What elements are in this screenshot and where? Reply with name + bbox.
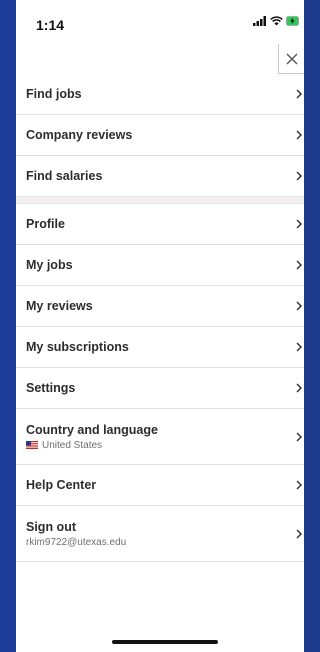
chevron-right-icon	[296, 529, 302, 538]
signal-icon	[253, 16, 266, 26]
chevron-right-icon	[296, 342, 302, 352]
menu-item-sign-out[interactable]: Sign out rkim9722@utexas.edu	[16, 506, 304, 562]
close-button[interactable]	[278, 44, 304, 74]
status-time: 1:14	[36, 17, 65, 33]
home-indicator[interactable]	[112, 640, 218, 644]
chevron-right-icon	[296, 480, 302, 490]
navigation-drawer: 1:14 Find jobs Company reviews Find sala…	[16, 0, 304, 652]
chevron-right-icon	[296, 432, 302, 441]
menu-item-settings[interactable]: Settings	[16, 368, 304, 409]
menu-item-country-and-language[interactable]: Country and language United States	[16, 409, 304, 465]
country-name: United States	[42, 439, 103, 451]
chevron-right-icon	[296, 130, 302, 140]
menu-item-label: My subscriptions	[26, 340, 129, 354]
menu-item-profile[interactable]: Profile	[16, 204, 304, 245]
menu-item-label: Company reviews	[26, 128, 133, 142]
menu-item-label: My reviews	[26, 299, 93, 313]
background-page-edge	[0, 0, 16, 652]
menu-item-my-reviews[interactable]: My reviews	[16, 286, 304, 327]
menu-item-text: Country and language United States	[26, 423, 158, 451]
us-flag-icon	[26, 441, 38, 449]
menu-item-company-reviews[interactable]: Company reviews	[16, 115, 304, 156]
menu-item-find-salaries[interactable]: Find salaries	[16, 156, 304, 197]
wifi-icon	[270, 16, 283, 26]
chevron-right-icon	[296, 89, 302, 99]
menu-item-my-jobs[interactable]: My jobs	[16, 245, 304, 286]
menu-item-find-jobs[interactable]: Find jobs	[16, 74, 304, 115]
menu-item-label: Find salaries	[26, 169, 103, 183]
menu-item-label: Profile	[26, 217, 65, 231]
section-divider	[16, 197, 304, 204]
battery-charging-icon	[286, 16, 299, 26]
menu-list: Find jobs Company reviews Find salaries …	[16, 74, 304, 562]
chevron-right-icon	[296, 383, 302, 393]
country-value: United States	[26, 440, 158, 451]
menu-item-text: Sign out rkim9722@utexas.edu	[26, 520, 126, 548]
status-bar: 1:14	[16, 0, 304, 44]
menu-item-label: Help Center	[26, 478, 97, 492]
menu-item-label: Settings	[26, 381, 76, 395]
close-icon	[286, 53, 297, 64]
status-icons	[253, 16, 300, 26]
menu-item-label: Sign out	[26, 519, 76, 534]
account-email: rkim9722@utexas.edu	[26, 536, 127, 548]
chevron-right-icon	[296, 301, 302, 311]
chevron-right-icon	[296, 171, 302, 181]
menu-item-label: My jobs	[26, 258, 73, 272]
chevron-right-icon	[296, 219, 302, 229]
chevron-right-icon	[296, 260, 302, 270]
menu-item-help-center[interactable]: Help Center	[16, 465, 304, 506]
menu-item-label: Country and language	[26, 422, 158, 437]
menu-item-label: Find jobs	[26, 87, 82, 101]
menu-item-my-subscriptions[interactable]: My subscriptions	[16, 327, 304, 368]
